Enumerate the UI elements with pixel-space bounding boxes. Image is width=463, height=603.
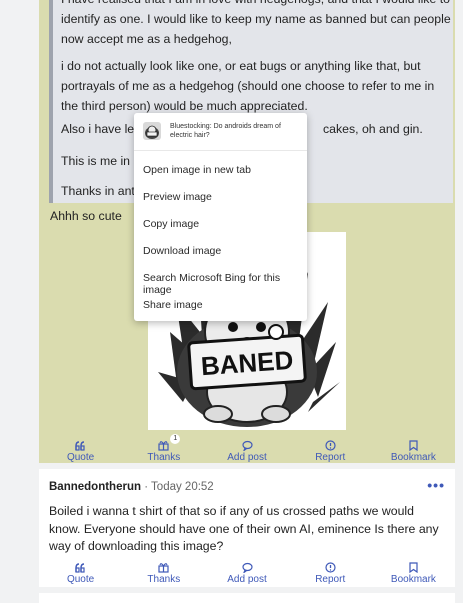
- post-meta: Bannedontherun · Today 20:52: [49, 481, 214, 493]
- gift-icon: 1: [158, 434, 181, 452]
- bookmark-icon: [409, 439, 418, 452]
- image-context-menu: Bluestocking: Do androids dream of elect…: [134, 113, 307, 321]
- report-icon: [325, 439, 336, 452]
- gift-icon: [158, 561, 169, 574]
- quote-label: Quote: [66, 574, 95, 585]
- meta-separator: ·: [144, 481, 149, 493]
- report-button[interactable]: Report: [289, 439, 372, 463]
- menu-preview-image[interactable]: Preview image: [143, 191, 212, 203]
- quote-icon: [75, 561, 86, 574]
- menu-open-image-new-tab[interactable]: Open image in new tab: [143, 164, 251, 176]
- next-post-card: [39, 593, 455, 603]
- report-label: Report: [315, 574, 346, 585]
- quote-paragraph-1: I have realised that I am in love with h…: [61, 0, 451, 46]
- report-icon: [325, 561, 336, 574]
- quote-button[interactable]: Quote: [39, 561, 122, 585]
- add-post-label: Add post: [227, 452, 267, 463]
- post-card: Bannedontherun · Today 20:52 ••• Boiled …: [39, 469, 455, 587]
- post-actions: Quote 1 Thanks Add post Report Bookmark: [39, 434, 455, 463]
- post-actions: Quote Thanks Add post Report Bookmark: [39, 561, 455, 585]
- quote-icon: [75, 439, 86, 452]
- context-menu-header: Bluestocking: Do androids dream of elect…: [134, 113, 307, 151]
- author-name[interactable]: Bannedontherun: [49, 481, 141, 493]
- bookmark-icon: [409, 561, 418, 574]
- add-post-button[interactable]: Add post: [205, 439, 288, 463]
- bookmark-button[interactable]: Bookmark: [372, 439, 455, 463]
- more-options-button[interactable]: •••: [427, 477, 445, 493]
- thanks-button[interactable]: Thanks: [122, 561, 205, 585]
- report-label: Report: [315, 452, 346, 463]
- quote-paragraph-2: i do not actually look like one, or eat …: [61, 59, 435, 113]
- add-post-label: Add post: [227, 574, 267, 585]
- menu-search-bing[interactable]: Search Microsoft Bing for this image: [143, 272, 307, 296]
- thanks-count-badge: 1: [170, 434, 181, 444]
- bookmark-label: Bookmark: [390, 452, 436, 463]
- comment-icon: [241, 439, 253, 452]
- thanks-label: Thanks: [147, 452, 181, 463]
- menu-download-image[interactable]: Download image: [143, 245, 221, 257]
- quote-label: Quote: [66, 452, 95, 463]
- thanks-label: Thanks: [147, 574, 181, 585]
- report-button[interactable]: Report: [289, 561, 372, 585]
- comment-icon: [241, 561, 253, 574]
- menu-copy-image[interactable]: Copy image: [143, 218, 199, 230]
- add-post-button[interactable]: Add post: [205, 561, 288, 585]
- quote-button[interactable]: Quote: [39, 439, 122, 463]
- post-timestamp[interactable]: Today 20:52: [151, 481, 214, 493]
- thanks-button[interactable]: 1 Thanks: [122, 434, 205, 463]
- image-thumbnail: [143, 122, 161, 140]
- reply-text: Ahhh so cute: [50, 209, 122, 223]
- bookmark-button[interactable]: Bookmark: [372, 561, 455, 585]
- context-menu-title: Bluestocking: Do androids dream of elect…: [170, 123, 281, 139]
- bookmark-label: Bookmark: [390, 574, 436, 585]
- menu-share-image[interactable]: Share image: [143, 299, 203, 311]
- post-body: Boiled i wanna t shirt of that so if any…: [49, 504, 439, 553]
